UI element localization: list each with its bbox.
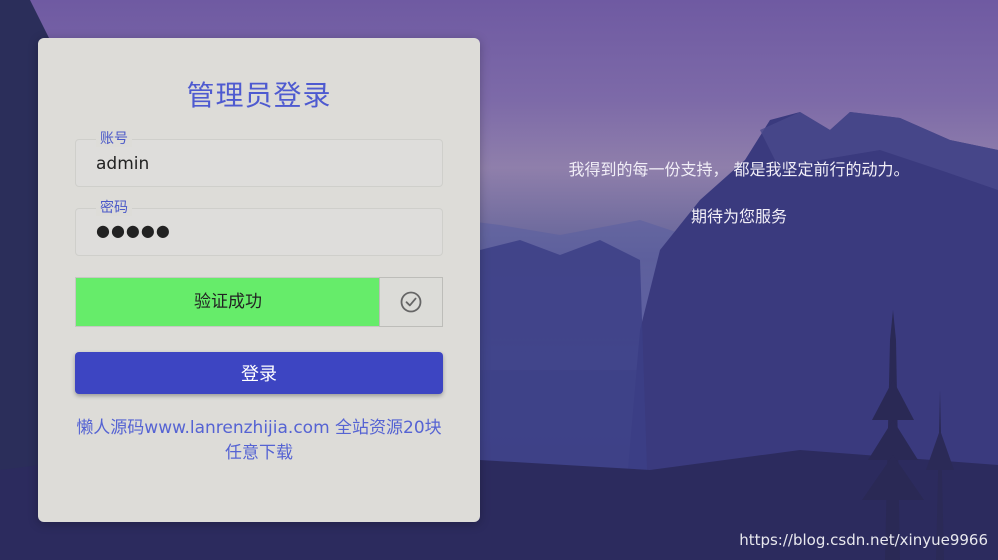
login-title: 管理员登录 [186, 79, 332, 112]
account-input[interactable] [96, 152, 416, 176]
check-circle-icon [400, 291, 422, 313]
login-button[interactable]: 登录 [75, 352, 443, 394]
account-label: 账号 [96, 131, 132, 147]
password-input[interactable]: ●●●●● [96, 221, 416, 245]
slogan-line-2: 期待为您服务 [690, 207, 787, 226]
password-label: 密码 [96, 200, 132, 216]
watermark-url: https://blog.csdn.net/xinyue9966 [739, 531, 988, 549]
verify-status-text: 验证成功 [194, 292, 262, 312]
promo-link[interactable]: 懒人源码www.lanrenzhijia.com 全站资源20块任意下载 [75, 416, 443, 466]
slogan-line-1: 我得到的每一份支持， 都是我坚定前行的动力。 [568, 160, 910, 179]
slide-verify[interactable]: 验证成功 [75, 277, 443, 327]
password-field[interactable]: 密码 ●●●●● [75, 200, 443, 256]
account-field[interactable]: 账号 [75, 131, 443, 187]
login-card: 管理员登录 账号 密码 ●●●●● 验证成功 登录 懒人源码www.lanren… [38, 38, 480, 522]
verify-slider-handle[interactable] [379, 277, 443, 327]
